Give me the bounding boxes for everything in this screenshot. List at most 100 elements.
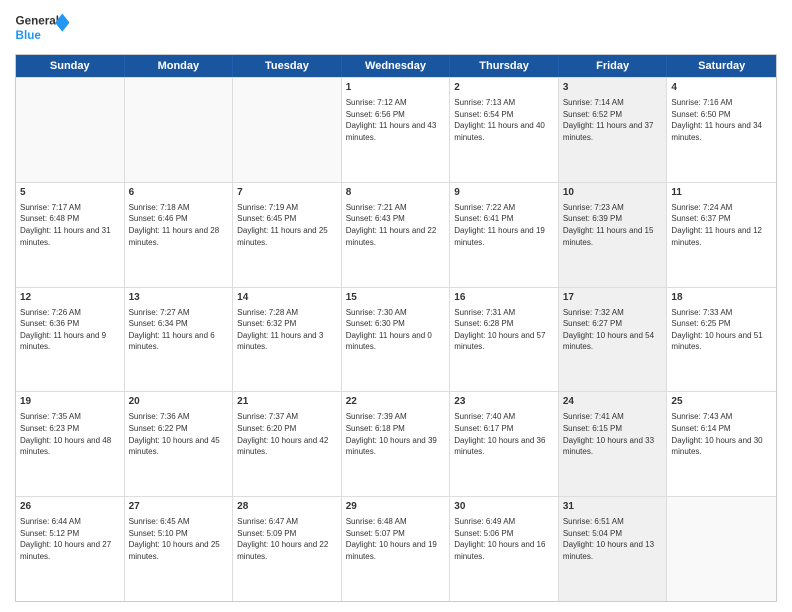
- calendar-header: SundayMondayTuesdayWednesdayThursdayFrid…: [16, 55, 776, 77]
- day-cell-25: 25Sunrise: 7:43 AM Sunset: 6:14 PM Dayli…: [667, 392, 776, 496]
- empty-cell-r4c6: [667, 497, 776, 601]
- day-info: Sunrise: 7:28 AM Sunset: 6:32 PM Dayligh…: [237, 307, 337, 353]
- day-number: 10: [563, 186, 663, 200]
- header-day-friday: Friday: [559, 55, 668, 77]
- header-day-saturday: Saturday: [667, 55, 776, 77]
- day-cell-9: 9 Sunrise: 7:22 AM Sunset: 6:41 PM Daylig…: [450, 183, 559, 287]
- day-cell-23: 23 Sunrise: 7:40 AM Sunset: 6:17 PM Dayli…: [450, 392, 559, 496]
- day-number: 25: [671, 395, 772, 409]
- day-info: Sunrise: 7:23 AM Sunset: 6:39 PM Dayligh…: [563, 202, 663, 248]
- day-info: Sunrise: 7:39 AM Sunset: 6:18 PM Dayligh…: [346, 411, 446, 457]
- day-info: Sunrise: 6:47 AM Sunset: 5:09 PM Dayligh…: [237, 516, 337, 562]
- header-day-monday: Monday: [125, 55, 234, 77]
- day-info: Sunrise: 7:26 AM Sunset: 6:36 PM Dayligh…: [20, 307, 120, 353]
- day-info: Sunrise: 6:48 AM Sunset: 5:07 PM Dayligh…: [346, 516, 446, 562]
- day-cell-26: 26 Sunrise: 6:44 AM Sunset: 5:12 PM Dayli…: [16, 497, 125, 601]
- day-cell-30: 30Sunrise: 6:49 AM Sunset: 5:06 PM Dayli…: [450, 497, 559, 601]
- day-info: Sunrise: 6:49 AM Sunset: 5:06 PM Dayligh…: [454, 516, 554, 562]
- day-number: 9: [454, 186, 554, 200]
- day-number: 28: [237, 500, 337, 514]
- day-number: 18: [671, 291, 772, 305]
- day-number: 15: [346, 291, 446, 305]
- empty-cell-r0c1: [125, 78, 234, 182]
- day-cell-24: 24 Sunrise: 7:41 AM Sunset: 6:15 PM Dayli…: [559, 392, 668, 496]
- day-number: 16: [454, 291, 554, 305]
- day-cell-16: 16Sunrise: 7:31 AM Sunset: 6:28 PM Dayli…: [450, 288, 559, 392]
- day-cell-10: 10 Sunrise: 7:23 AM Sunset: 6:39 PM Dayli…: [559, 183, 668, 287]
- calendar: SundayMondayTuesdayWednesdayThursdayFrid…: [15, 54, 777, 602]
- day-cell-31: 31Sunrise: 6:51 AM Sunset: 5:04 PM Dayli…: [559, 497, 668, 601]
- day-number: 19: [20, 395, 120, 409]
- header-day-thursday: Thursday: [450, 55, 559, 77]
- day-cell-11: 11Sunrise: 7:24 AM Sunset: 6:37 PM Dayli…: [667, 183, 776, 287]
- day-cell-13: 13Sunrise: 7:27 AM Sunset: 6:34 PM Dayli…: [125, 288, 234, 392]
- day-info: Sunrise: 7:21 AM Sunset: 6:43 PM Dayligh…: [346, 202, 446, 248]
- day-number: 23: [454, 395, 554, 409]
- day-number: 27: [129, 500, 229, 514]
- day-cell-28: 28 Sunrise: 6:47 AM Sunset: 5:09 PM Dayli…: [233, 497, 342, 601]
- day-info: Sunrise: 7:35 AM Sunset: 6:23 PM Dayligh…: [20, 411, 120, 457]
- day-info: Sunrise: 7:41 AM Sunset: 6:15 PM Dayligh…: [563, 411, 663, 457]
- day-number: 26: [20, 500, 120, 514]
- day-info: Sunrise: 6:45 AM Sunset: 5:10 PM Dayligh…: [129, 516, 229, 562]
- calendar-row-0: 1 Sunrise: 7:12 AM Sunset: 6:56 PM Daylig…: [16, 77, 776, 182]
- day-cell-2: 2 Sunrise: 7:13 AM Sunset: 6:54 PM Daylig…: [450, 78, 559, 182]
- svg-text:General: General: [16, 14, 60, 27]
- day-number: 4: [671, 81, 772, 95]
- day-cell-15: 15Sunrise: 7:30 AM Sunset: 6:30 PM Dayli…: [342, 288, 451, 392]
- day-info: Sunrise: 7:13 AM Sunset: 6:54 PM Dayligh…: [454, 97, 554, 143]
- day-info: Sunrise: 7:19 AM Sunset: 6:45 PM Dayligh…: [237, 202, 337, 248]
- day-cell-29: 29Sunrise: 6:48 AM Sunset: 5:07 PM Dayli…: [342, 497, 451, 601]
- day-cell-19: 19 Sunrise: 7:35 AM Sunset: 6:23 PM Dayli…: [16, 392, 125, 496]
- calendar-row-1: 5 Sunrise: 7:17 AM Sunset: 6:48 PM Daylig…: [16, 182, 776, 287]
- day-number: 21: [237, 395, 337, 409]
- day-cell-27: 27 Sunrise: 6:45 AM Sunset: 5:10 PM Dayli…: [125, 497, 234, 601]
- day-cell-22: 22 Sunrise: 7:39 AM Sunset: 6:18 PM Dayli…: [342, 392, 451, 496]
- day-cell-1: 1 Sunrise: 7:12 AM Sunset: 6:56 PM Daylig…: [342, 78, 451, 182]
- day-number: 5: [20, 186, 120, 200]
- day-cell-6: 6Sunrise: 7:18 AM Sunset: 6:46 PM Daylig…: [125, 183, 234, 287]
- day-info: Sunrise: 7:12 AM Sunset: 6:56 PM Dayligh…: [346, 97, 446, 143]
- day-cell-5: 5 Sunrise: 7:17 AM Sunset: 6:48 PM Daylig…: [16, 183, 125, 287]
- day-info: Sunrise: 7:17 AM Sunset: 6:48 PM Dayligh…: [20, 202, 120, 248]
- day-number: 22: [346, 395, 446, 409]
- header-day-tuesday: Tuesday: [233, 55, 342, 77]
- day-number: 13: [129, 291, 229, 305]
- day-info: Sunrise: 7:33 AM Sunset: 6:25 PM Dayligh…: [671, 307, 772, 353]
- calendar-body: 1 Sunrise: 7:12 AM Sunset: 6:56 PM Daylig…: [16, 77, 776, 601]
- day-number: 24: [563, 395, 663, 409]
- day-info: Sunrise: 7:36 AM Sunset: 6:22 PM Dayligh…: [129, 411, 229, 457]
- day-info: Sunrise: 7:40 AM Sunset: 6:17 PM Dayligh…: [454, 411, 554, 457]
- header-day-sunday: Sunday: [16, 55, 125, 77]
- day-info: Sunrise: 7:14 AM Sunset: 6:52 PM Dayligh…: [563, 97, 663, 143]
- day-number: 12: [20, 291, 120, 305]
- day-cell-4: 4 Sunrise: 7:16 AM Sunset: 6:50 PM Daylig…: [667, 78, 776, 182]
- day-cell-18: 18 Sunrise: 7:33 AM Sunset: 6:25 PM Dayli…: [667, 288, 776, 392]
- day-number: 1: [346, 81, 446, 95]
- day-number: 7: [237, 186, 337, 200]
- day-number: 31: [563, 500, 663, 514]
- day-number: 14: [237, 291, 337, 305]
- day-number: 6: [129, 186, 229, 200]
- calendar-row-2: 12 Sunrise: 7:26 AM Sunset: 6:36 PM Dayli…: [16, 287, 776, 392]
- day-cell-12: 12 Sunrise: 7:26 AM Sunset: 6:36 PM Dayli…: [16, 288, 125, 392]
- svg-text:Blue: Blue: [16, 29, 42, 42]
- day-cell-21: 21 Sunrise: 7:37 AM Sunset: 6:20 PM Dayli…: [233, 392, 342, 496]
- day-cell-7: 7 Sunrise: 7:19 AM Sunset: 6:45 PM Daylig…: [233, 183, 342, 287]
- day-number: 3: [563, 81, 663, 95]
- calendar-row-4: 26 Sunrise: 6:44 AM Sunset: 5:12 PM Dayli…: [16, 496, 776, 601]
- day-info: Sunrise: 6:44 AM Sunset: 5:12 PM Dayligh…: [20, 516, 120, 562]
- day-number: 17: [563, 291, 663, 305]
- day-number: 20: [129, 395, 229, 409]
- day-info: Sunrise: 7:16 AM Sunset: 6:50 PM Dayligh…: [671, 97, 772, 143]
- calendar-row-3: 19 Sunrise: 7:35 AM Sunset: 6:23 PM Dayli…: [16, 391, 776, 496]
- day-info: Sunrise: 7:22 AM Sunset: 6:41 PM Dayligh…: [454, 202, 554, 248]
- logo-svg: General Blue: [15, 10, 70, 46]
- day-info: Sunrise: 7:37 AM Sunset: 6:20 PM Dayligh…: [237, 411, 337, 457]
- empty-cell-r0c2: [233, 78, 342, 182]
- day-cell-3: 3 Sunrise: 7:14 AM Sunset: 6:52 PM Daylig…: [559, 78, 668, 182]
- day-number: 2: [454, 81, 554, 95]
- empty-cell-r0c0: [16, 78, 125, 182]
- day-number: 8: [346, 186, 446, 200]
- header: General Blue: [15, 10, 777, 46]
